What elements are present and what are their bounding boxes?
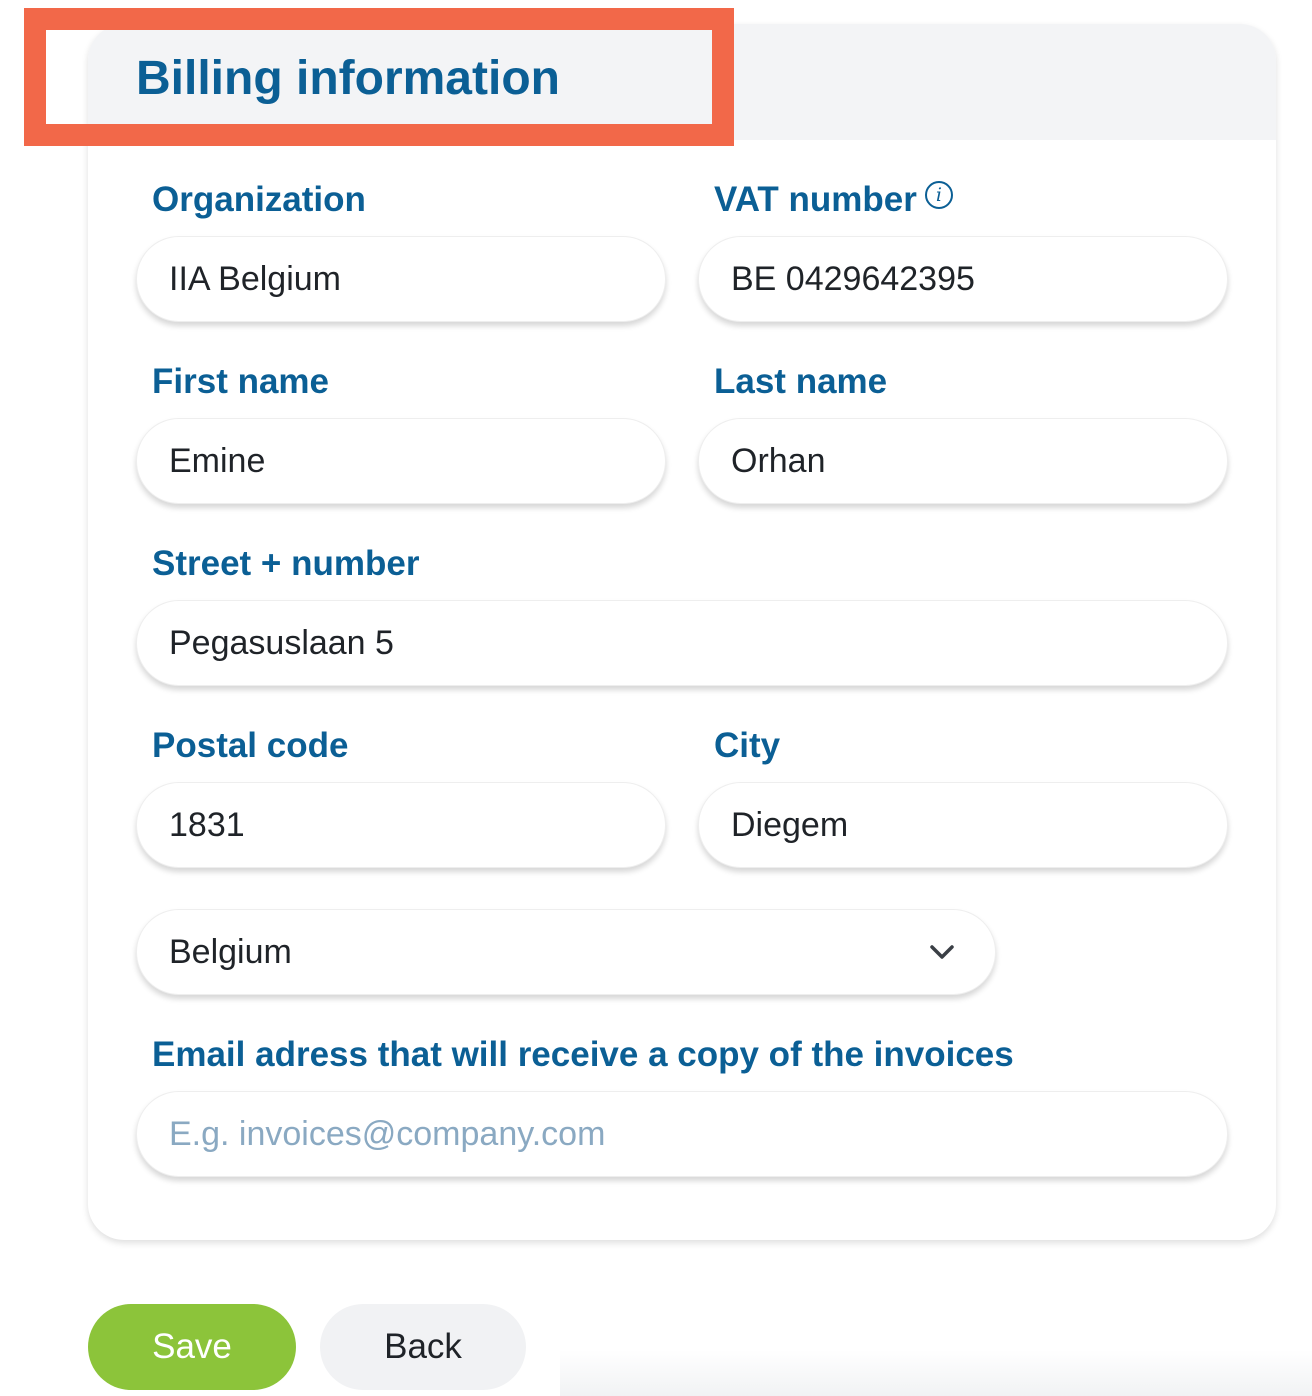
first-name-input[interactable] <box>136 418 666 504</box>
bottom-shadow <box>560 1350 1312 1396</box>
last-name-input[interactable] <box>698 418 1228 504</box>
country-select[interactable]: Belgium <box>136 909 996 995</box>
chevron-down-icon <box>930 945 954 959</box>
save-button[interactable]: Save <box>88 1304 296 1390</box>
last-name-label: Last name <box>714 362 888 401</box>
back-button[interactable]: Back <box>320 1304 526 1390</box>
postal-code-input[interactable] <box>136 782 666 868</box>
organization-input[interactable] <box>136 236 666 322</box>
street-input[interactable] <box>136 600 1228 686</box>
postal-code-label: Postal code <box>152 726 349 765</box>
first-name-label: First name <box>152 362 329 401</box>
city-input[interactable] <box>698 782 1228 868</box>
city-label: City <box>714 726 781 765</box>
invoice-email-label: Email adress that will receive a copy of… <box>152 1035 1014 1074</box>
invoice-email-input[interactable] <box>136 1091 1228 1177</box>
street-label: Street + number <box>152 544 420 583</box>
vat-number-label: VAT number i <box>714 180 953 220</box>
vat-number-input[interactable] <box>698 236 1228 322</box>
country-selected-value: Belgium <box>169 932 292 971</box>
organization-label: Organization <box>152 180 366 219</box>
page-title: Billing information <box>136 52 560 105</box>
info-icon[interactable]: i <box>924 181 953 209</box>
